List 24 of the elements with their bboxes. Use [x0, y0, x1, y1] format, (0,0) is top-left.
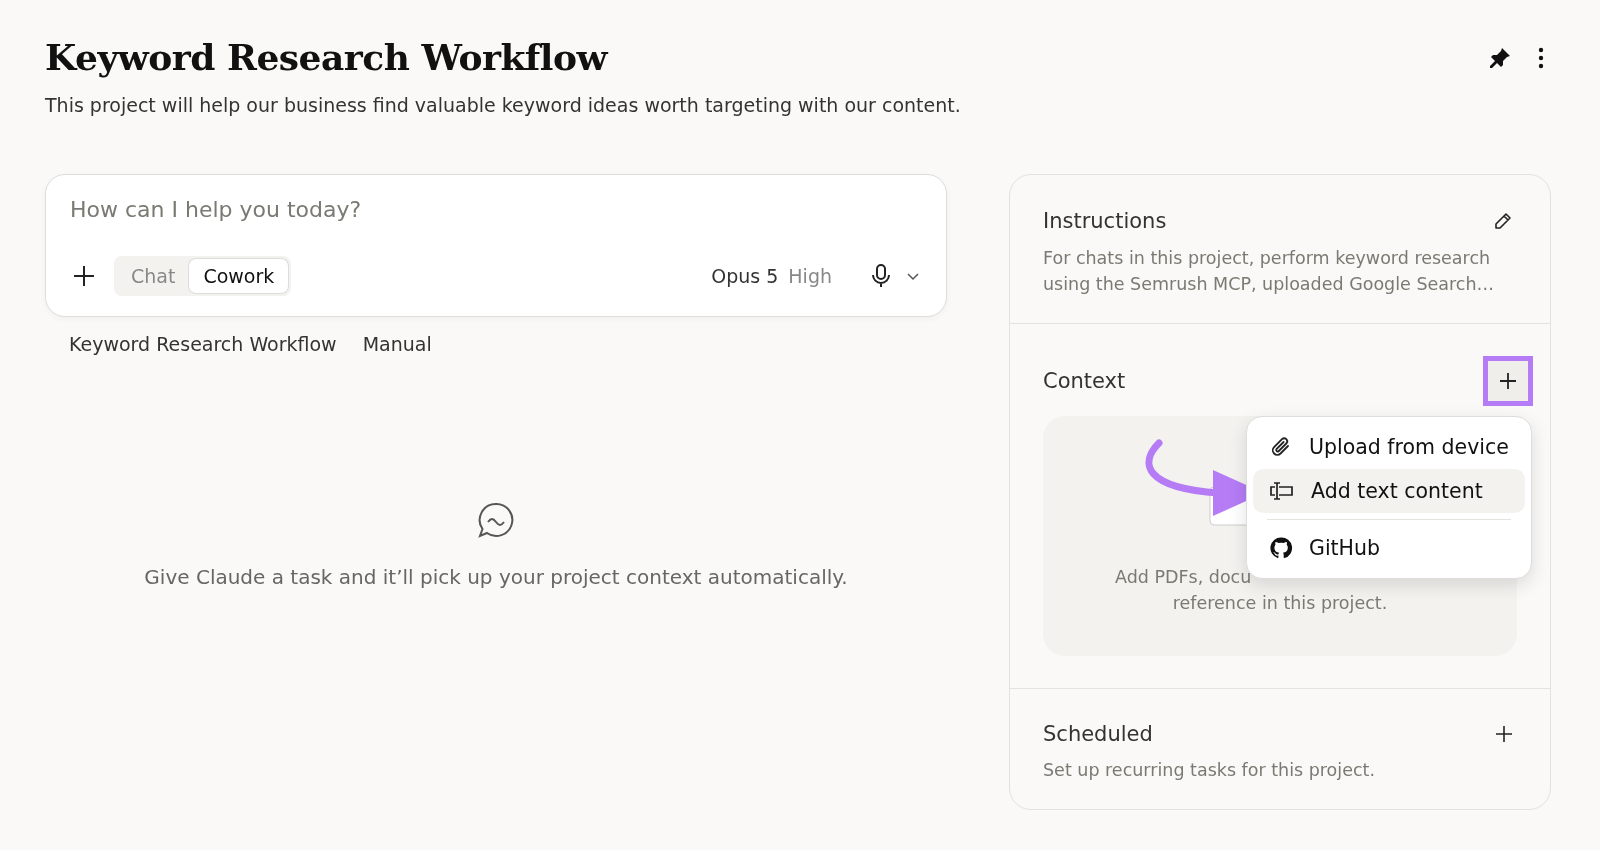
github-icon — [1269, 536, 1293, 560]
model-name[interactable]: Opus 5 — [711, 265, 779, 287]
add-context-button[interactable] — [1483, 356, 1533, 406]
prompt-field[interactable]: How can I help you today? — [68, 197, 928, 222]
empty-state-message: Give Claude a task and it’ll pick up your project context automatically. — [144, 565, 848, 589]
section-title: Context — [1043, 369, 1126, 393]
dropzone-hint: reference in this project. — [1172, 592, 1388, 615]
section-title: Instructions — [1043, 209, 1167, 233]
project-title: Keyword Research Workflow — [45, 36, 610, 78]
chat-bubble-icon — [476, 501, 516, 541]
instructions-text: For chats in this project, perform keyword research using the Semrush MCP, uploaded Google Search… — [1043, 247, 1496, 296]
effort-level[interactable]: High — [788, 265, 832, 287]
menu-item[interactable]: GitHub — [1253, 526, 1525, 570]
menu-item[interactable]: Upload from device — [1253, 425, 1525, 469]
scheduled-text: Set up recurring tasks for this project. — [1043, 759, 1376, 782]
dropzone-hint: Add PDFs, docu — [1115, 566, 1252, 589]
project-meta-label[interactable]: Manual — [362, 333, 432, 355]
mode-tab[interactable]: Cowork — [189, 259, 289, 293]
text-cursor-icon — [1269, 480, 1295, 502]
section-title: Scheduled — [1043, 722, 1153, 746]
project-description: This project will help our business find valuable keyword ideas worth targeting with our content. — [45, 94, 961, 116]
project-meta-label[interactable]: Keyword Research Workflow — [69, 333, 337, 355]
plus-icon — [1499, 372, 1517, 390]
menu-item[interactable]: Add text content — [1253, 469, 1525, 513]
